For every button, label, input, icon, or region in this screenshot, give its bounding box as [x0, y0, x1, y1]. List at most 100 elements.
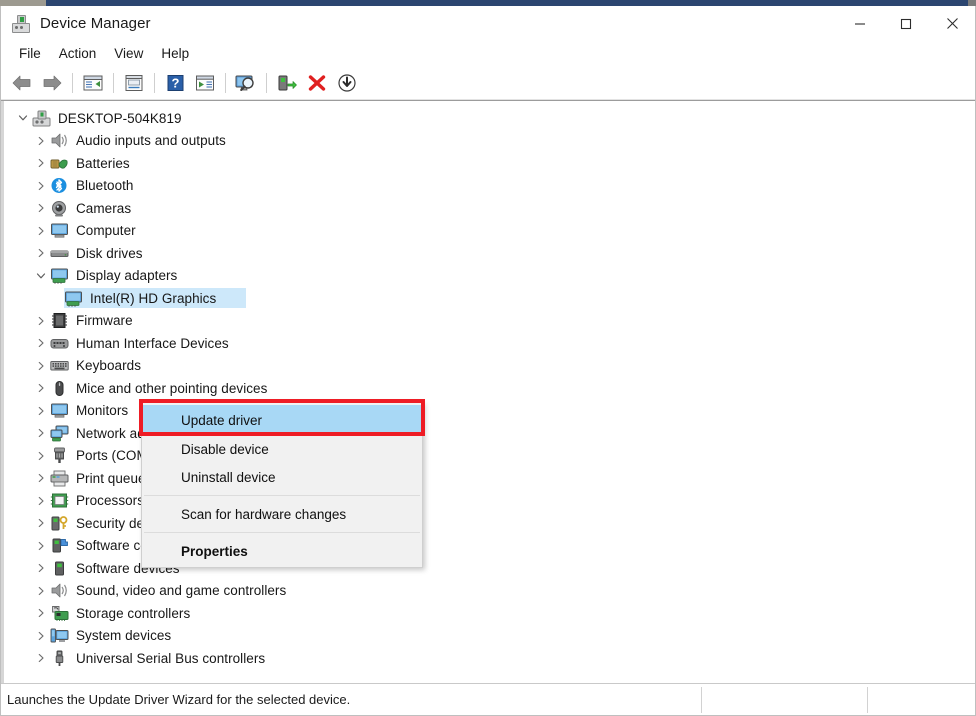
tree-item-label: Processors — [76, 493, 144, 508]
tree-item-disk-drives[interactable]: Disk drives — [4, 242, 975, 265]
back-icon[interactable] — [8, 70, 36, 96]
forward-icon[interactable] — [38, 70, 66, 96]
tree-item-bluetooth[interactable]: Bluetooth — [4, 175, 975, 198]
uninstall-device-icon[interactable] — [303, 70, 331, 96]
content-area: DESKTOP-504K819 Audio inputs and o — [1, 100, 975, 683]
window-controls — [837, 6, 975, 41]
chevron-right-icon[interactable] — [32, 203, 50, 213]
chevron-right-icon[interactable] — [32, 518, 50, 528]
tree-item-cameras[interactable]: Cameras — [4, 197, 975, 220]
context-menu-item-label: Update driver — [181, 413, 262, 428]
update-driver-icon[interactable] — [273, 70, 301, 96]
tree-item-system-devices[interactable]: System devices — [4, 625, 975, 648]
title-bar: Device Manager — [1, 6, 975, 41]
tree-item-batteries[interactable]: Batteries — [4, 152, 975, 175]
device-manager-icon — [11, 14, 31, 34]
chevron-right-icon[interactable] — [32, 316, 50, 326]
tree-item-label: Disk drives — [76, 246, 143, 261]
show-hidden-devices-icon[interactable] — [191, 70, 219, 96]
scan-for-hardware-changes-icon[interactable] — [232, 70, 260, 96]
monitor-icon — [50, 402, 69, 419]
chevron-right-icon[interactable] — [32, 361, 50, 371]
menu-view[interactable]: View — [105, 43, 152, 64]
tree-item-label: Monitors — [76, 403, 128, 418]
port-icon — [50, 447, 69, 464]
network-adapter-icon — [50, 425, 69, 442]
tree-item-label: Batteries — [76, 156, 130, 171]
chevron-right-icon[interactable] — [32, 181, 50, 191]
chevron-right-icon[interactable] — [32, 136, 50, 146]
context-menu-item-update-driver[interactable]: Update driver — [142, 405, 422, 435]
context-menu[interactable]: Update driver Disable device Uninstall d… — [141, 402, 423, 568]
device-manager-window: Device Manager File Action View Help — [0, 0, 976, 716]
tree-item-label: Cameras — [76, 201, 131, 216]
firmware-icon — [50, 312, 69, 329]
chevron-right-icon[interactable] — [32, 496, 50, 506]
tree-item-display-adapters[interactable]: Display adapters — [4, 265, 975, 288]
context-menu-item-disable-device[interactable]: Disable device — [142, 435, 422, 463]
chevron-right-icon[interactable] — [32, 451, 50, 461]
camera-icon — [50, 200, 69, 217]
help-icon[interactable]: ? — [161, 70, 189, 96]
software-component-icon — [50, 537, 69, 554]
context-menu-item-scan-for-hardware-changes[interactable]: Scan for hardware changes — [142, 500, 422, 528]
tree-item-firmware[interactable]: Firmware — [4, 310, 975, 333]
hid-icon — [50, 335, 69, 352]
tree-item-label: Computer — [76, 223, 136, 238]
toolbar: ? — [1, 66, 975, 100]
tree-item-mice[interactable]: Mice and other pointing devices — [4, 377, 975, 400]
chevron-right-icon[interactable] — [32, 226, 50, 236]
disk-drive-icon — [50, 245, 69, 262]
context-menu-item-uninstall-device[interactable]: Uninstall device — [142, 463, 422, 491]
disable-device-icon[interactable] — [333, 70, 361, 96]
device-tree[interactable]: DESKTOP-504K819 Audio inputs and o — [1, 101, 975, 683]
tree-item-label: Audio inputs and outputs — [76, 133, 226, 148]
chevron-right-icon[interactable] — [32, 473, 50, 483]
chevron-right-icon[interactable] — [32, 383, 50, 393]
chevron-right-icon[interactable] — [32, 158, 50, 168]
tree-item-audio[interactable]: Audio inputs and outputs — [4, 130, 975, 153]
tree-item-label: Sound, video and game controllers — [76, 583, 286, 598]
tree-item-sound-video-game[interactable]: Sound, video and game controllers — [4, 580, 975, 603]
show-hide-console-tree-icon[interactable] — [79, 70, 107, 96]
chevron-down-icon[interactable] — [32, 271, 50, 281]
tree-item-keyboards[interactable]: Keyboards — [4, 355, 975, 378]
close-button[interactable] — [929, 6, 975, 41]
window-title: Device Manager — [40, 15, 151, 32]
tree-item-human-interface-devices[interactable]: Human Interface Devices — [4, 332, 975, 355]
tree-item-intel-hd-graphics[interactable]: Intel(R) HD Graphics — [4, 287, 975, 310]
chevron-right-icon[interactable] — [32, 586, 50, 596]
tree-item-storage-controllers[interactable]: Storage controllers — [4, 602, 975, 625]
chevron-right-icon[interactable] — [32, 608, 50, 618]
chevron-right-icon[interactable] — [32, 631, 50, 641]
toolbar-separator — [266, 73, 267, 93]
tree-item-label: Keyboards — [76, 358, 141, 373]
context-menu-item-properties[interactable]: Properties — [142, 537, 422, 565]
software-device-icon — [50, 560, 69, 577]
chevron-right-icon[interactable] — [32, 541, 50, 551]
tree-item-label: DESKTOP-504K819 — [58, 111, 182, 126]
menu-bar: File Action View Help — [1, 41, 975, 66]
tree-item-usb-controllers[interactable]: Universal Serial Bus controllers — [4, 647, 975, 670]
menu-file[interactable]: File — [10, 43, 50, 64]
properties-icon[interactable] — [120, 70, 148, 96]
minimize-button[interactable] — [837, 6, 883, 41]
tree-item-root[interactable]: DESKTOP-504K819 — [4, 107, 975, 130]
chevron-down-icon[interactable] — [14, 113, 32, 123]
maximize-button[interactable] — [883, 6, 929, 41]
chevron-right-icon[interactable] — [32, 653, 50, 663]
menu-action[interactable]: Action — [50, 43, 106, 64]
toolbar-separator — [154, 73, 155, 93]
tree-item-computer[interactable]: Computer — [4, 220, 975, 243]
tree-item-label: Bluetooth — [76, 178, 134, 193]
chevron-right-icon[interactable] — [32, 338, 50, 348]
tree-item-label: Intel(R) HD Graphics — [90, 291, 216, 306]
context-menu-item-label: Scan for hardware changes — [181, 507, 346, 522]
chevron-right-icon[interactable] — [32, 428, 50, 438]
status-bar-divider — [867, 687, 868, 713]
status-bar: Launches the Update Driver Wizard for th… — [1, 683, 975, 715]
chevron-right-icon[interactable] — [32, 563, 50, 573]
chevron-right-icon[interactable] — [32, 406, 50, 416]
menu-help[interactable]: Help — [152, 43, 198, 64]
chevron-right-icon[interactable] — [32, 248, 50, 258]
